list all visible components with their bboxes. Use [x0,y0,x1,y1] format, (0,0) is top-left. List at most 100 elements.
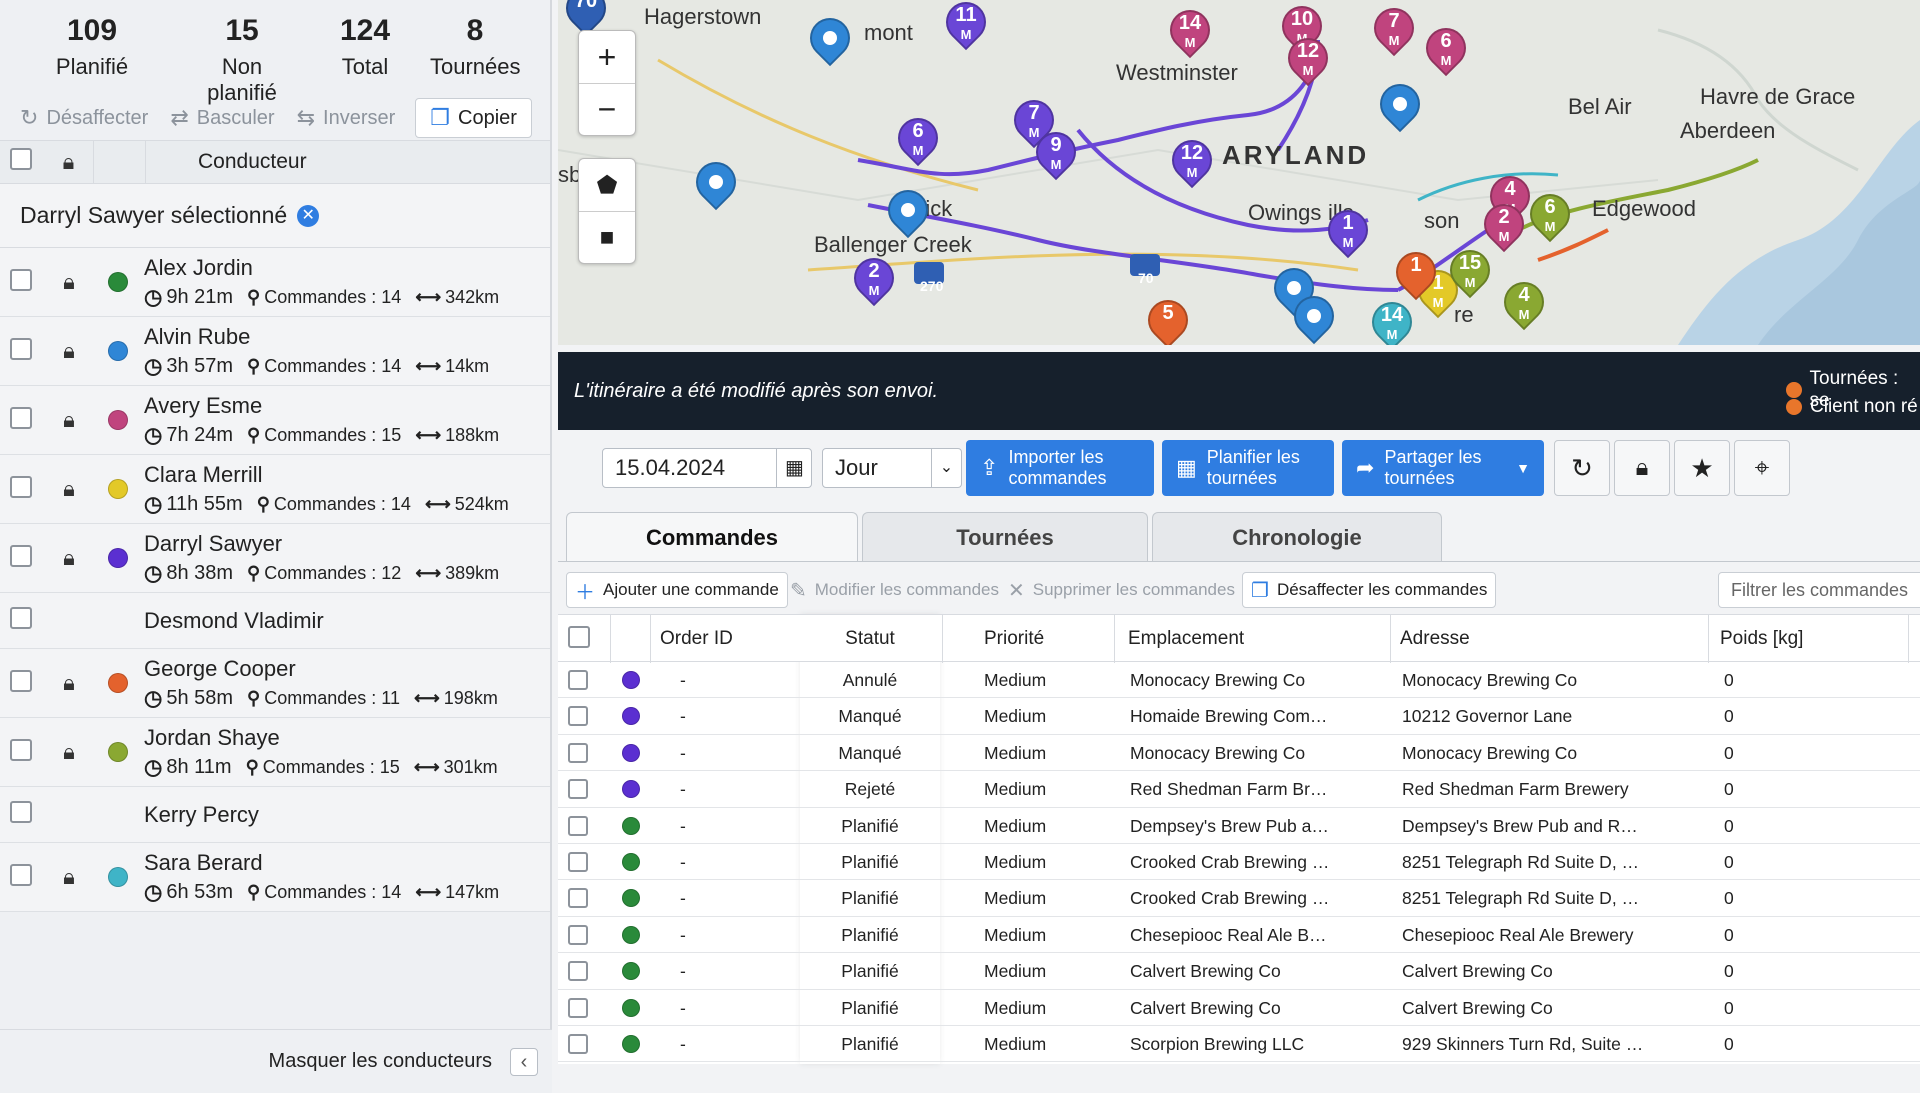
row-checkbox[interactable] [568,815,588,836]
unassign-orders-button[interactable]: ❐ Désaffecter les commandes [1242,572,1497,608]
driver-row[interactable]: 🔒︎ Darryl Sawyer ◷ 8h 38m ⚲ Commandes : 12 ⟷ 38… [0,524,550,593]
driver-checkbox[interactable] [10,607,32,629]
unassign-button[interactable]: ↻ Désaffecter [12,99,156,137]
map-pin[interactable]: 12 M [1163,131,1221,192]
filter-orders-input[interactable]: Filtrer les commandes [1718,572,1920,608]
driver-checkbox[interactable] [10,544,32,567]
row-checkbox[interactable] [568,779,588,800]
col-address[interactable]: Adresse [1400,628,1470,650]
col-status[interactable]: Statut [800,628,940,650]
driver-row[interactable]: 🔒︎ Alvin Rube ◷ 3h 57m ⚲ Commandes : 14 ⟷ 14km [0,317,550,386]
select-all-checkbox[interactable] [10,148,32,170]
lock-icon[interactable]: 🔒︎ [63,149,75,174]
map-pin[interactable]: 14 M [1161,1,1219,62]
map-pin[interactable]: 15 M [1441,241,1499,302]
table-row[interactable]: - Planifié Medium Scorpion Brewing LLC 929 S… [558,1026,1920,1063]
bookmark-button[interactable]: ★ [1674,440,1730,496]
map-pin[interactable]: 6M [1521,185,1579,246]
table-row[interactable]: - Manqué Medium Monocacy Brewing Co Monocacy… [558,735,1920,772]
driver-row[interactable]: Desmond Vladimir [0,593,550,649]
driver-row[interactable]: 🔒︎ Avery Esme ◷ 7h 24m ⚲ Commandes : 15 ⟷ 188km [0,386,550,455]
map-pin[interactable]: 6M [1417,19,1475,80]
period-select[interactable]: Jour ⌄ [822,448,962,488]
add-order-button[interactable]: ＋ Ajouter une commande [566,572,788,608]
map-pin[interactable] [1285,287,1343,345]
map-pin[interactable] [687,153,745,214]
map-pin[interactable]: 2M [1475,195,1533,256]
map-pin[interactable]: 4M [1495,273,1553,334]
row-checkbox[interactable] [568,706,588,727]
tab-routes[interactable]: Tournées [862,512,1148,562]
lock-icon[interactable]: 🔒︎ [63,269,75,294]
col-order-id[interactable]: Order ID [660,628,733,650]
row-checkbox[interactable] [568,924,588,945]
driver-row[interactable]: 🔒︎ Clara Merrill ◷ 11h 55m ⚲ Commandes : 14 ⟷ 5… [0,455,550,524]
driver-row[interactable]: 🔒︎ George Cooper ◷ 5h 58m ⚲ Commandes : 11 ⟷ 19… [0,649,550,718]
map-pin[interactable]: 7M [1365,0,1423,60]
refresh-button[interactable]: ↻ [1554,440,1610,496]
row-checkbox[interactable] [568,997,588,1018]
switch-button[interactable]: ⇄ Basculer [162,99,282,137]
map-pin[interactable] [879,181,937,242]
hide-drivers-label[interactable]: Masquer les conducteurs [269,1050,492,1073]
table-row[interactable]: - Annulé Medium Monocacy Brewing Co Monocacy… [558,662,1920,699]
map[interactable]: Hagerstown mont Westminster ARYLAND Bel … [558,0,1920,345]
map-pin[interactable]: 12 M [1279,29,1337,90]
col-priority[interactable]: Priorité [984,628,1044,650]
share-routes-button[interactable]: ➦ Partager les tournées ▼ [1342,440,1544,496]
map-pin[interactable] [801,9,859,70]
driver-checkbox[interactable] [10,337,32,360]
map-pin[interactable]: 5 [1139,291,1197,345]
table-row[interactable]: - Planifié Medium Calvert Brewing Co Calvert… [558,990,1920,1026]
lock-icon[interactable]: 🔒︎ [63,864,75,889]
row-checkbox[interactable] [568,888,588,909]
table-row[interactable]: - Planifié Medium Crooked Crab Brewing … 825… [558,880,1920,917]
driver-checkbox[interactable] [10,669,32,692]
row-checkbox[interactable] [568,670,588,690]
lock-button[interactable]: 🔒︎ [1614,440,1670,496]
driver-checkbox[interactable] [10,475,32,498]
driver-checkbox[interactable] [10,863,32,886]
map-pin[interactable] [1371,75,1429,136]
delete-orders-button[interactable]: ✕ Supprimer les commandes [1000,572,1243,608]
map-pin[interactable]: 9M [1027,123,1085,184]
map-pin[interactable]: 1 [1387,243,1445,304]
driver-checkbox[interactable] [10,268,32,291]
polygon-draw-icon[interactable]: ⬟ [579,159,635,211]
driver-row[interactable]: 🔒︎ Sara Berard ◷ 6h 53m ⚲ Commandes : 14 ⟷ 147k… [0,843,550,912]
driver-checkbox[interactable] [10,738,32,761]
row-checkbox[interactable] [568,1034,588,1054]
zoom-in-button[interactable]: + [579,31,635,83]
table-row[interactable]: - Planifié Medium Chesepiooc Real Ale B… Che… [558,917,1920,954]
import-orders-button[interactable]: ⇪ Importer les commandes [966,440,1154,496]
row-checkbox[interactable] [568,742,588,763]
rectangle-draw-icon[interactable]: ■ [579,211,635,263]
table-row[interactable]: - Planifié Medium Calvert Brewing Co Calvert… [558,953,1920,990]
zoom-out-button[interactable]: − [579,83,635,135]
copy-button[interactable]: ❐ Copier [415,98,532,138]
lock-icon[interactable]: 🔒︎ [63,739,75,764]
select-all-orders-checkbox[interactable] [568,626,590,648]
map-pin[interactable]: 6M [889,109,947,170]
clear-selection-icon[interactable]: ✕ [297,204,320,227]
row-checkbox[interactable] [568,852,588,872]
map-pin[interactable]: 11 M [937,0,995,54]
table-row[interactable]: - Rejeté Medium Red Shedman Farm Br… Red She… [558,771,1920,808]
invert-button[interactable]: ⇆ Inverser [289,99,404,137]
location-button[interactable]: ⌖ [1734,440,1790,496]
col-location[interactable]: Emplacement [1128,628,1244,650]
driver-checkbox[interactable] [10,801,32,823]
driver-checkbox[interactable] [10,406,32,429]
col-weight[interactable]: Poids [kg] [1720,628,1803,650]
lock-icon[interactable]: 🔒︎ [63,338,75,363]
calendar-icon[interactable]: ▦ [776,448,812,488]
table-row[interactable]: - Planifié Medium Dempsey's Brew Pub a… Demp… [558,808,1920,844]
lock-icon[interactable]: 🔒︎ [63,476,75,501]
driver-row[interactable]: 🔒︎ Alex Jordin ◷ 9h 21m ⚲ Commandes : 14 ⟷ 342k… [0,248,550,317]
lock-icon[interactable]: 🔒︎ [63,670,75,695]
plan-routes-button[interactable]: ▦ Planifier les tournées [1162,440,1334,496]
edit-orders-button[interactable]: ✎ Modifier les commandes [782,572,1007,608]
map-pin[interactable]: 1M [1319,201,1377,262]
map-pin[interactable]: 14 M [1363,293,1421,345]
driver-row[interactable]: Kerry Percy [0,787,550,843]
